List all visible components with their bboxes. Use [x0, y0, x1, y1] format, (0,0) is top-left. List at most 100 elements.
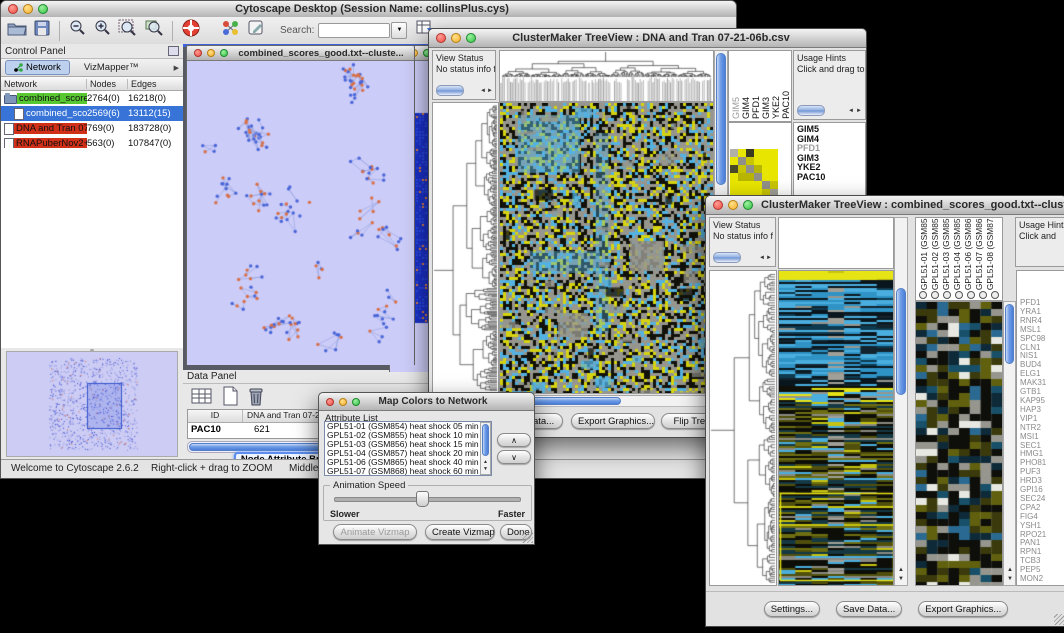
- create-vizmap-button[interactable]: Create Vizmap: [425, 524, 495, 540]
- close-button[interactable]: [326, 398, 334, 406]
- id-column-header[interactable]: ID: [188, 410, 243, 422]
- tv1-column-dendrogram[interactable]: [500, 51, 713, 101]
- mini-heatmap-cell[interactable]: [770, 157, 778, 165]
- close-button[interactable]: [436, 33, 446, 43]
- vizmap-icon[interactable]: [221, 19, 241, 42]
- mini-heatmap-cell[interactable]: [754, 165, 762, 173]
- scroll-up-icon[interactable]: ▲: [1007, 567, 1013, 573]
- tv2-row-dendrogram-panel[interactable]: [709, 270, 777, 586]
- view-status-scrollbar[interactable]: [436, 85, 464, 96]
- minimize-button[interactable]: [451, 33, 461, 43]
- attribute-list-scrollbar[interactable]: ▲ ▼: [480, 422, 491, 475]
- tv2-row-dendrogram[interactable]: [710, 271, 776, 585]
- tv2-zoom-heatmap-panel[interactable]: [915, 301, 1003, 586]
- network-overview-canvas[interactable]: [7, 352, 175, 454]
- resize-grip[interactable]: [1054, 614, 1064, 625]
- tv2-column-tree-panel[interactable]: [778, 217, 894, 269]
- tv2-global-vscrollbar[interactable]: ▲ ▼: [894, 217, 908, 586]
- treeview1-titlebar[interactable]: ClusterMaker TreeView : DNA and Tran 07-…: [429, 29, 866, 48]
- mini-heatmap-cell[interactable]: [746, 149, 754, 157]
- mini-heatmap-cell[interactable]: [730, 157, 738, 165]
- treeview-action-button[interactable]: Save Data...: [836, 601, 902, 617]
- mini-heatmap-cell[interactable]: [770, 181, 778, 189]
- attribute-table-icon[interactable]: [191, 386, 213, 411]
- mini-heatmap-cell[interactable]: [770, 149, 778, 157]
- mini-heatmap-cell[interactable]: [738, 157, 746, 165]
- animate-vizmap-button[interactable]: Animate Vizmap: [333, 524, 417, 540]
- mini-heatmap-cell[interactable]: [738, 181, 746, 189]
- mini-heatmap-cell[interactable]: [754, 181, 762, 189]
- annotation-icon[interactable]: [247, 19, 267, 42]
- mini-heatmap-cell[interactable]: [762, 149, 770, 157]
- treeview-action-button[interactable]: Export Graphics...: [918, 601, 1008, 617]
- mini-heatmap-cell[interactable]: [762, 173, 770, 181]
- minimize-button[interactable]: [339, 398, 347, 406]
- main-titlebar[interactable]: Cytoscape Desktop (Session Name: collins…: [1, 1, 736, 18]
- column-marker-icon[interactable]: [979, 291, 987, 299]
- scroll-up-icon[interactable]: ▲: [898, 567, 904, 573]
- search-input[interactable]: [318, 23, 390, 38]
- minimize-button[interactable]: [728, 200, 738, 210]
- scroll-down-icon[interactable]: ▼: [898, 576, 904, 582]
- column-marker-icon[interactable]: [955, 291, 963, 299]
- column-label[interactable]: PFD1: [751, 96, 761, 119]
- row-label[interactable]: PAC10: [797, 173, 865, 183]
- mini-heatmap-cell[interactable]: [762, 181, 770, 189]
- column-label[interactable]: GPL51-06 (GSM865): [963, 218, 974, 290]
- mini-heatmap-cell[interactable]: [754, 157, 762, 165]
- mini-heatmap-cell[interactable]: [730, 173, 738, 181]
- search-dropdown-button[interactable]: ▼: [391, 22, 407, 39]
- move-attribute-up-button[interactable]: ∧: [497, 433, 531, 447]
- speed-slider-thumb[interactable]: [416, 491, 429, 507]
- column-label[interactable]: GIM5: [731, 97, 741, 119]
- column-marker-icon[interactable]: [931, 291, 939, 299]
- close-button[interactable]: [194, 49, 202, 57]
- zoom-fit-icon[interactable]: [118, 19, 138, 42]
- treeview-action-button[interactable]: Settings...: [764, 601, 820, 617]
- mini-heatmap-cell[interactable]: [754, 173, 762, 181]
- frame1-titlebar[interactable]: combined_scores_good.txt--cluste...: [187, 46, 414, 61]
- column-marker-icon[interactable]: [919, 291, 927, 299]
- tv2-global-heatmap-panel[interactable]: [778, 270, 894, 586]
- zoom-button[interactable]: [220, 49, 228, 57]
- zoom-button[interactable]: [38, 4, 48, 14]
- zoom-button[interactable]: [466, 33, 476, 43]
- gene-label[interactable]: MON2: [1020, 575, 1064, 584]
- minimize-button[interactable]: [207, 49, 215, 57]
- mini-heatmap-cell[interactable]: [746, 165, 754, 173]
- tab-network[interactable]: Network: [5, 60, 70, 75]
- column-label[interactable]: YKE2: [771, 96, 781, 119]
- zoom-in-icon[interactable]: [93, 19, 112, 42]
- dialog-titlebar[interactable]: Map Colors to Network: [319, 393, 534, 411]
- scroll-down-icon[interactable]: ▼: [483, 466, 488, 472]
- treeview2-titlebar[interactable]: ClusterMaker TreeView : combined_scores_…: [706, 196, 1064, 215]
- mini-heatmap-cell[interactable]: [746, 181, 754, 189]
- scroll-left-icon[interactable]: ◄: [480, 88, 486, 94]
- column-marker-icon[interactable]: [991, 291, 999, 299]
- mini-heatmap-cell[interactable]: [754, 149, 762, 157]
- minimize-button[interactable]: [23, 4, 33, 14]
- mini-heatmap-cell[interactable]: [770, 173, 778, 181]
- tv1-column-dendrogram-panel[interactable]: [499, 50, 714, 102]
- close-button[interactable]: [713, 200, 723, 210]
- tv2-zoom-vscrollbar[interactable]: ▲ ▼: [1003, 301, 1016, 586]
- mini-heatmap-cell[interactable]: [746, 157, 754, 165]
- column-label[interactable]: GPL51-01 (GSM854): [919, 218, 930, 290]
- column-marker-icon[interactable]: [967, 291, 975, 299]
- save-icon[interactable]: [33, 20, 51, 41]
- column-marker-icon[interactable]: [943, 291, 951, 299]
- close-button[interactable]: [8, 4, 18, 14]
- column-label[interactable]: GPL51-02 (GSM855): [930, 218, 941, 290]
- resize-grip[interactable]: [522, 532, 533, 543]
- help-ring-icon[interactable]: [181, 18, 201, 43]
- tv1-row-dendrogram-panel[interactable]: [432, 102, 499, 394]
- scroll-right-icon[interactable]: ►: [766, 255, 772, 261]
- tv2-global-heatmap[interactable]: [779, 271, 893, 585]
- network-row[interactable]: combined_sco 2569(6) 13112(15): [1, 106, 183, 121]
- scroll-left-icon[interactable]: ◄: [759, 255, 765, 261]
- mini-heatmap-cell[interactable]: [746, 173, 754, 181]
- zoom-button[interactable]: [743, 200, 753, 210]
- mini-heatmap-cell[interactable]: [730, 149, 738, 157]
- tv2-zoom-heatmap[interactable]: [916, 302, 1002, 585]
- scroll-right-icon[interactable]: ►: [856, 108, 862, 114]
